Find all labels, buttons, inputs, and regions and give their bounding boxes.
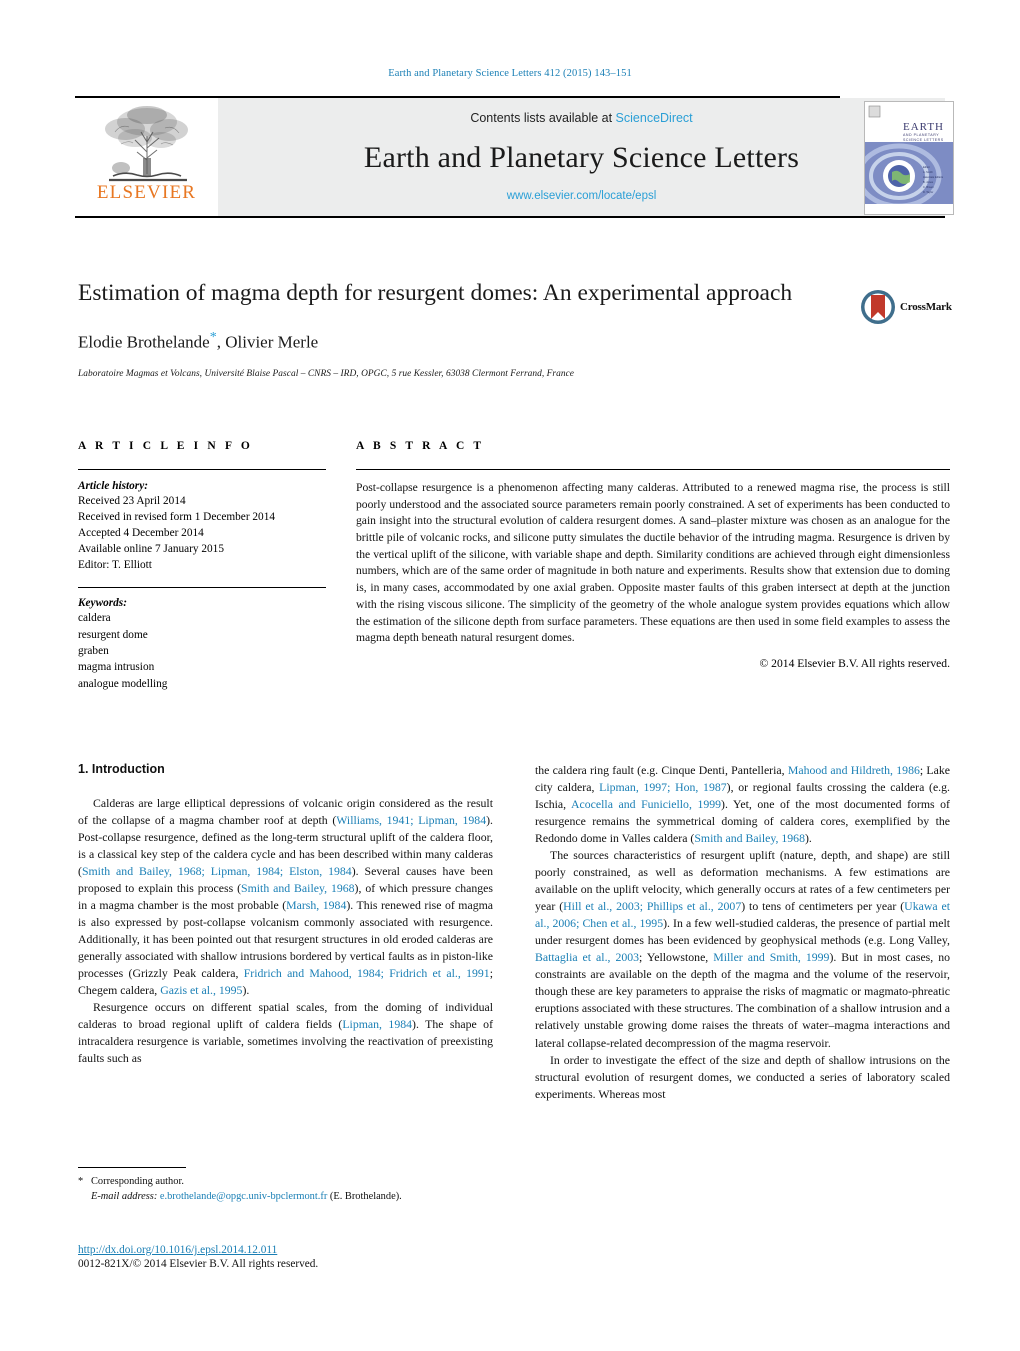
abstract-copyright: © 2014 Elsevier B.V. All rights reserved… xyxy=(759,656,950,670)
svg-text:C. Brown: C. Brown xyxy=(923,185,934,189)
article-info-column: A R T I C L E I N F O Article history: R… xyxy=(78,440,326,692)
history-item: Accepted 4 December 2014 xyxy=(78,527,204,540)
keyword-item: analogue modelling xyxy=(78,677,168,690)
email-address-label: E-mail address: xyxy=(91,1191,158,1203)
paragraph: Resurgence occurs on different spatial s… xyxy=(78,999,493,1067)
abstract-column: A B S T R A C T Post-collapse resurgence… xyxy=(356,440,950,692)
footer-block: http://dx.doi.org/10.1016/j.epsl.2014.12… xyxy=(78,1244,508,1270)
email-owner: (E. Brothelande). xyxy=(329,1191,402,1203)
history-item: Editor: T. Elliott xyxy=(78,559,152,572)
history-item: Received 23 April 2014 xyxy=(78,495,186,507)
masthead-center: Contents lists available at ScienceDirec… xyxy=(218,98,945,216)
author-secondary: , Olivier Merle xyxy=(216,332,319,352)
keywords-label: Keywords: xyxy=(78,597,127,610)
citation-link[interactable]: Lipman, 1984 xyxy=(342,1017,412,1031)
svg-text:D. Taylor: D. Taylor xyxy=(923,190,933,194)
text-run: ) to tens of centimeters per year ( xyxy=(741,899,905,914)
masthead-bottom-rule xyxy=(75,216,945,218)
citation-link[interactable]: Miller and Smith, 1999 xyxy=(713,950,829,964)
info-divider-mid xyxy=(78,587,326,589)
citation-link[interactable]: Battaglia et al., 2003 xyxy=(535,950,639,964)
affiliation: Laboratoire Magmas et Volcans, Universit… xyxy=(78,368,575,379)
paragraph: the caldera ring fault (e.g. Cinque Dent… xyxy=(535,762,950,847)
abstract-heading: A B S T R A C T xyxy=(356,440,485,452)
doi-link[interactable]: http://dx.doi.org/10.1016/j.epsl.2014.12… xyxy=(78,1244,508,1256)
email-link[interactable]: e.brothelande@opgc.univ-bpclermont.fr xyxy=(160,1191,327,1202)
history-item: Available online 7 January 2015 xyxy=(78,543,224,556)
crossmark-label: CrossMark xyxy=(900,301,952,313)
citation-link[interactable]: Gazis et al., 1995 xyxy=(160,983,242,997)
keyword-item: magma intrusion xyxy=(78,661,155,674)
text-run: the caldera ring fault (e.g. Cinque Dent… xyxy=(535,763,788,777)
citation-link[interactable]: Smith and Bailey, 1968 xyxy=(694,831,805,845)
citation-link[interactable]: Williams, 1941; Lipman, 1984 xyxy=(336,813,486,827)
crossmark-icon xyxy=(861,290,895,324)
text-run: ). xyxy=(804,831,812,846)
journal-masthead: ELSEVIER Contents lists available at Sci… xyxy=(75,96,954,218)
page-title: Estimation of magma depth for resurgent … xyxy=(78,280,793,306)
section-heading-introduction: 1. Introduction xyxy=(78,762,165,776)
abstract-text: Post-collapse resurgence is a phenomenon… xyxy=(356,481,950,645)
corresponding-author-marker[interactable]: * xyxy=(210,330,217,345)
title-block: Estimation of magma depth for resurgent … xyxy=(78,278,848,379)
keyword-item: caldera xyxy=(78,612,111,625)
citation-link[interactable]: Lipman, 1997; Hon, 1987 xyxy=(599,780,727,794)
footnote-rule xyxy=(78,1167,186,1168)
svg-text:Associate Editors: Associate Editors xyxy=(923,175,944,179)
journal-url-link[interactable]: www.elsevier.com/locate/epsl xyxy=(507,190,657,202)
footnote-star-marker: * xyxy=(78,1176,84,1187)
info-abstract-region: A R T I C L E I N F O Article history: R… xyxy=(78,440,950,692)
elsevier-logo: ELSEVIER xyxy=(75,98,218,216)
citation-link[interactable]: Marsh, 1984 xyxy=(286,898,346,912)
contents-available-line: Contents lists available at ScienceDirec… xyxy=(470,111,692,125)
journal-cover-thumbnail: EARTH AND PLANETARY SCIENCE LETTERS Edit… xyxy=(864,101,954,215)
citation-link[interactable]: Smith and Bailey, 1968 xyxy=(241,881,355,895)
masthead-body: ELSEVIER Contents lists available at Sci… xyxy=(75,98,954,216)
citation-link[interactable]: Mahood and Hildreth, 1986 xyxy=(788,763,920,777)
issn-copyright-line: 0012-821X/© 2014 Elsevier B.V. All right… xyxy=(78,1258,319,1270)
footnote-email-line: E-mail address: e.brothelande@opgc.univ-… xyxy=(78,1189,493,1204)
svg-text:A. Smith: A. Smith xyxy=(923,170,933,174)
paragraph: In order to investigate the effect of th… xyxy=(535,1052,950,1101)
footnote-block: * Corresponding author. E-mail address: e… xyxy=(78,1167,493,1204)
citation-link[interactable]: Hill et al., 2003; Phillips et al., 2007 xyxy=(563,899,741,913)
citation-link[interactable]: Smith and Bailey, 1968; Lipman, 1984; El… xyxy=(82,864,352,878)
journal-title: Earth and Planetary Science Letters xyxy=(363,140,800,174)
history-item: Received in revised form 1 December 2014 xyxy=(78,511,275,524)
svg-text:AND PLANETARY: AND PLANETARY xyxy=(903,133,939,137)
text-run: ). xyxy=(242,983,250,998)
paragraph: The sources characteristics of resurgent… xyxy=(535,847,950,1051)
author-primary: Elodie Brothelande xyxy=(78,332,210,352)
citation-link[interactable]: Acocella and Funiciello, 1999 xyxy=(571,797,721,811)
article-info-heading: A R T I C L E I N F O xyxy=(78,440,253,452)
svg-text:SCIENCE LETTERS: SCIENCE LETTERS xyxy=(903,138,944,142)
text-run: ). But in most cases, no constraints are… xyxy=(535,950,950,1050)
body-columns: 1. Introduction Calderas are large ellip… xyxy=(78,762,950,1103)
article-history-label: Article history: xyxy=(78,480,148,492)
keyword-item: resurgent dome xyxy=(78,628,148,641)
author-list: Elodie Brothelande*, Olivier Merle xyxy=(78,330,848,353)
text-run: ; Yellowstone, xyxy=(639,950,714,965)
elsevier-wordmark: ELSEVIER xyxy=(96,182,197,203)
elsevier-tree-icon xyxy=(104,106,188,182)
info-divider-top xyxy=(78,469,326,470)
svg-text:EARTH: EARTH xyxy=(903,121,944,133)
contents-prefix: Contents lists available at xyxy=(470,111,616,125)
svg-text:Editor: Editor xyxy=(923,165,930,169)
sciencedirect-link[interactable]: ScienceDirect xyxy=(616,111,693,125)
footnote-corresponding-text: Corresponding author. xyxy=(91,1176,184,1187)
body-right-column: the caldera ring fault (e.g. Cinque Dent… xyxy=(535,762,950,1103)
keyword-item: graben xyxy=(78,644,109,657)
body-left-column: 1. Introduction Calderas are large ellip… xyxy=(78,762,493,1103)
citation-link[interactable]: Fridrich and Mahood, 1984; Fridrich et a… xyxy=(244,966,490,980)
svg-text:B. Jones: B. Jones xyxy=(923,180,934,184)
journal-cover-image: EARTH AND PLANETARY SCIENCE LETTERS Edit… xyxy=(865,102,953,214)
abstract-divider xyxy=(356,469,950,470)
paragraph: Calderas are large elliptical depression… xyxy=(78,795,493,999)
paper-page: Earth and Planetary Science Letters 412 … xyxy=(0,0,1020,1351)
crossmark-badge[interactable]: CrossMark xyxy=(860,287,952,327)
running-head: Earth and Planetary Science Letters 412 … xyxy=(388,68,632,79)
footnote-corresponding-author: * Corresponding author. xyxy=(78,1174,493,1189)
